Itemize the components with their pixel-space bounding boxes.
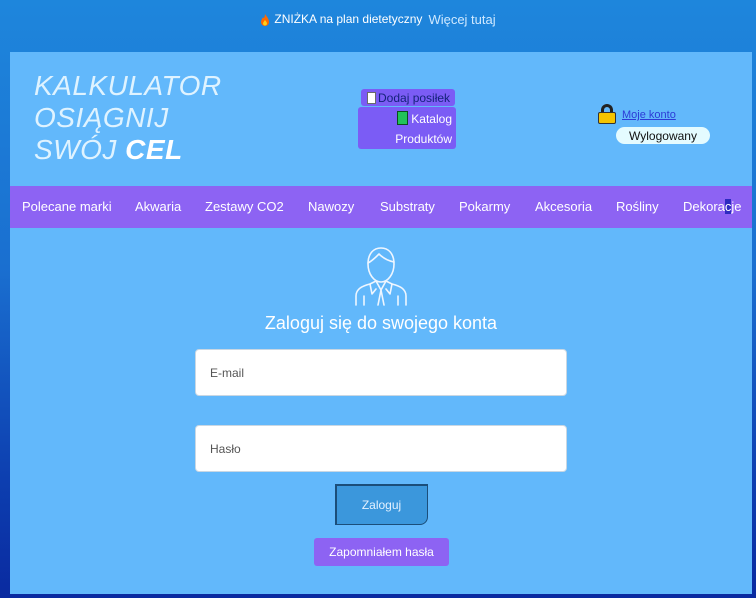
nav-item-zestawy-co2[interactable]: Zestawy CO2	[205, 199, 284, 214]
main-nav: Polecane marki Akwaria Zestawy CO2 Nawoz…	[10, 186, 752, 228]
nav-item-nawozy[interactable]: Nawozy	[308, 199, 354, 214]
nav-item-substraty[interactable]: Substraty	[380, 199, 435, 214]
user-avatar-icon	[355, 247, 407, 306]
nav-item-polecane-marki[interactable]: Polecane marki	[22, 199, 112, 214]
catalog-line-1: Katalog	[358, 109, 452, 129]
catalog-label-1: Katalog	[411, 112, 452, 126]
logo-line-3-prefix: SWÓJ	[34, 134, 126, 165]
nav-item-pokarmy[interactable]: Pokarmy	[459, 199, 510, 214]
add-meal-label: Dodaj posiłek	[378, 90, 451, 105]
nav-item-dekoracje[interactable]: Dekoracje	[683, 199, 742, 214]
login-title: Zaloguj się do swojego konta	[264, 313, 498, 333]
nav-dekoracje-part-2: je	[731, 199, 742, 214]
logo-line-2: OSIĄGNIJ	[34, 102, 169, 133]
catalog-label-2: Produktów	[395, 132, 452, 146]
password-field[interactable]: Hasło	[195, 425, 567, 472]
login-button[interactable]: Zaloguj	[335, 484, 428, 525]
document-icon	[367, 91, 376, 104]
nav-item-akcesoria[interactable]: Akcesoria	[535, 199, 592, 214]
login-status-badge: Wylogowany	[616, 127, 710, 144]
promo-bar: ZNIŻKA na plan dietetyczny Więcej tutaj	[0, 0, 756, 38]
add-meal-button[interactable]: Dodaj posiłek	[361, 89, 455, 106]
logo-line-3: SWÓJ CEL	[34, 134, 222, 166]
nav-item-rosliny[interactable]: Rośliny	[616, 199, 659, 214]
promo-text: ZNIŻKA na plan dietetyczny	[274, 12, 423, 26]
logo-line-1: KALKULATOR	[34, 70, 222, 101]
my-account-link[interactable]: Moje konto	[622, 109, 676, 121]
nav-item-akwaria[interactable]: Akwaria	[135, 199, 181, 214]
main-panel: KALKULATOR OSIĄGNIJ SWÓJ CEL Dodaj posił…	[10, 52, 752, 594]
book-icon	[397, 111, 409, 125]
email-field[interactable]: E-mail	[195, 349, 567, 396]
fire-icon	[261, 14, 270, 26]
site-logo[interactable]: KALKULATOR OSIĄGNIJ SWÓJ CEL	[34, 70, 222, 166]
product-catalog-button[interactable]: Katalog Produktów	[358, 107, 456, 149]
forgot-password-button[interactable]: Zapomniałem hasła	[314, 538, 449, 566]
nav-dekoracje-part-1: Dekora	[683, 199, 725, 214]
lock-icon	[598, 104, 616, 124]
logo-line-3-bold: CEL	[125, 134, 183, 165]
promo-more-link[interactable]: Więcej tutaj	[428, 12, 495, 27]
